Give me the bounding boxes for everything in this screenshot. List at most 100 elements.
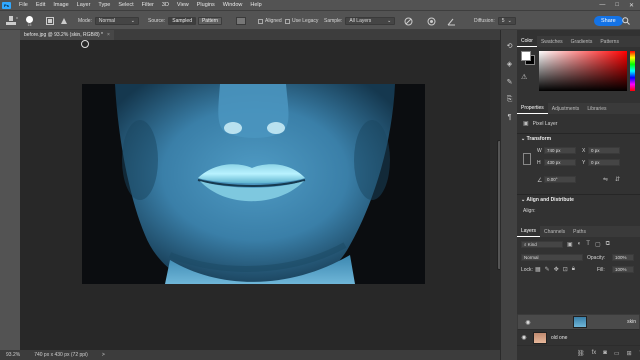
layer-style-icon[interactable]: fx bbox=[592, 350, 597, 357]
new-layer-icon[interactable]: ⊞ bbox=[627, 350, 632, 357]
document-tab[interactable]: before.jpg @ 93.2% (skin, RGB/8) * × bbox=[20, 30, 114, 40]
close-tab-icon[interactable]: × bbox=[107, 32, 110, 38]
maximize-button[interactable]: □ bbox=[615, 2, 619, 9]
menu-select[interactable]: Select bbox=[114, 2, 137, 8]
menu-window[interactable]: Window bbox=[219, 2, 247, 8]
menu-help[interactable]: Help bbox=[246, 2, 265, 8]
clone-source-icon[interactable] bbox=[60, 15, 68, 27]
opacity-field[interactable]: 100% bbox=[612, 254, 634, 261]
source-sampled-button[interactable]: Sampled bbox=[168, 17, 196, 25]
transform-header[interactable]: ⌄ Transform bbox=[521, 136, 551, 142]
tab-adjustments[interactable]: Adjustments bbox=[548, 103, 584, 114]
layer-row[interactable]: ◉ old one bbox=[517, 330, 640, 346]
flip-horizontal-icon[interactable]: ⇋ bbox=[603, 176, 608, 183]
height-field[interactable]: 430 px bbox=[544, 159, 576, 166]
ignore-adjustment-layers-icon[interactable] bbox=[404, 15, 413, 27]
aligned-checkbox[interactable]: Aligned bbox=[258, 15, 285, 27]
color-field[interactable] bbox=[539, 51, 627, 91]
lock-transparent-icon[interactable]: ▦ bbox=[535, 266, 541, 273]
document-dimensions: 740 px x 430 px (72 ppi) bbox=[34, 352, 88, 358]
hue-slider[interactable] bbox=[630, 51, 635, 91]
lock-all-icon[interactable]: 🔒︎ bbox=[572, 266, 575, 273]
tab-properties[interactable]: Properties bbox=[517, 103, 548, 114]
menu-3d[interactable]: 3D bbox=[158, 2, 173, 8]
align-distribute-header[interactable]: ⌄ Align and Distribute bbox=[521, 197, 574, 203]
brush-settings-icon[interactable] bbox=[46, 15, 54, 27]
width-field[interactable]: 740 px bbox=[544, 147, 576, 154]
mode-dropdown[interactable]: Normal ⌄ bbox=[94, 17, 139, 25]
sample-dropdown[interactable]: All Layers ⌄ bbox=[345, 17, 396, 25]
y-field[interactable]: 0 px bbox=[588, 159, 620, 166]
canvas-area[interactable] bbox=[20, 40, 490, 350]
pattern-picker[interactable] bbox=[236, 15, 246, 27]
link-dimensions-icon[interactable] bbox=[523, 153, 531, 165]
zoom-level[interactable]: 93.2% bbox=[6, 352, 20, 358]
status-bar: 93.2% 740 px x 430 px (72 ppi) > bbox=[0, 350, 500, 360]
layer-kind-filter[interactable]: ⌕ Kind bbox=[521, 241, 563, 248]
filter-type-icon[interactable]: T bbox=[586, 241, 590, 248]
tab-libraries[interactable]: Libraries bbox=[583, 103, 610, 114]
use-legacy-checkbox[interactable]: Use Legacy bbox=[285, 15, 321, 27]
visibility-eye-icon[interactable]: ◉ bbox=[524, 319, 532, 326]
brush-size: 15 bbox=[27, 22, 32, 27]
layer-name[interactable]: old one bbox=[551, 335, 567, 341]
pressure-size-icon[interactable] bbox=[427, 15, 436, 27]
filter-adjustment-icon[interactable]: ◐ bbox=[578, 241, 582, 248]
menu-plugins[interactable]: Plugins bbox=[193, 2, 219, 8]
angle-icon[interactable] bbox=[447, 15, 456, 27]
info-icon[interactable]: ◈ bbox=[504, 60, 515, 70]
lock-artboard-icon[interactable]: ⊡ bbox=[563, 266, 568, 273]
layer-name[interactable]: skin bbox=[627, 319, 636, 325]
paragraph-icon[interactable]: ¶ bbox=[504, 114, 515, 124]
status-menu-arrow[interactable]: > bbox=[102, 352, 105, 358]
angle-field[interactable]: 0.00° bbox=[544, 176, 576, 183]
blend-mode-dropdown[interactable]: Normal bbox=[521, 254, 583, 261]
brush-preset-picker[interactable]: 15 bbox=[26, 15, 33, 27]
menu-file[interactable]: File bbox=[15, 2, 32, 8]
share-button[interactable]: Share bbox=[594, 15, 623, 27]
foreground-color-swatch[interactable] bbox=[521, 51, 531, 61]
filter-shape-icon[interactable]: ▢ bbox=[595, 241, 601, 248]
width-label: W bbox=[537, 148, 542, 154]
fill-field[interactable]: 100% bbox=[612, 266, 634, 273]
menu-filter[interactable]: Filter bbox=[138, 2, 158, 8]
brush-panel-icon[interactable]: ✎ bbox=[504, 78, 515, 88]
tab-color[interactable]: Color bbox=[517, 36, 537, 47]
x-field[interactable]: 0 px bbox=[588, 147, 620, 154]
menu-edit[interactable]: Edit bbox=[32, 2, 49, 8]
color-panel-tabs: Color Swatches Gradients Patterns bbox=[517, 36, 640, 47]
tab-layers[interactable]: Layers bbox=[517, 226, 541, 237]
document-image[interactable] bbox=[20, 40, 490, 350]
filter-smart-object-icon[interactable]: ⧉ bbox=[606, 241, 610, 248]
clone-source-panel-icon[interactable]: ⎘ bbox=[504, 96, 515, 106]
clone-stamp-tool-icon[interactable] bbox=[4, 15, 18, 27]
filter-pixel-icon[interactable]: ▣ bbox=[567, 241, 573, 248]
diffusion-field[interactable]: 5 ⌄ bbox=[497, 17, 516, 25]
visibility-eye-icon[interactable]: ◉ bbox=[520, 334, 528, 341]
source-pattern-button[interactable]: Pattern bbox=[197, 17, 223, 25]
lock-position-icon[interactable]: ✥ bbox=[554, 266, 559, 273]
menu-type[interactable]: Type bbox=[94, 2, 114, 8]
menu-view[interactable]: View bbox=[173, 2, 193, 8]
flip-vertical-icon[interactable]: ⇵ bbox=[615, 176, 620, 183]
tab-gradients[interactable]: Gradients bbox=[567, 36, 597, 47]
close-window-button[interactable]: ✕ bbox=[629, 2, 634, 9]
right-panels: Color Swatches Gradients Patterns ⚠ Prop… bbox=[517, 30, 640, 360]
history-icon[interactable]: ⟲ bbox=[504, 42, 515, 52]
minimize-button[interactable]: — bbox=[599, 2, 605, 9]
menu-layer[interactable]: Layer bbox=[73, 2, 95, 8]
new-group-icon[interactable]: ▭ bbox=[614, 350, 620, 357]
menu-image[interactable]: Image bbox=[49, 2, 72, 8]
tab-patterns[interactable]: Patterns bbox=[596, 36, 623, 47]
add-mask-icon[interactable]: ◙ bbox=[603, 350, 607, 357]
link-layers-icon[interactable]: ⛓︎ bbox=[577, 350, 585, 357]
lock-image-icon[interactable]: ✎ bbox=[545, 266, 550, 273]
tab-swatches[interactable]: Swatches bbox=[537, 36, 567, 47]
tab-channels[interactable]: Channels bbox=[540, 226, 569, 237]
height-value: 430 px bbox=[547, 160, 561, 165]
tab-paths[interactable]: Paths bbox=[569, 226, 590, 237]
vertical-scrollbar[interactable] bbox=[490, 40, 502, 350]
layer-row[interactable]: ◉ skin bbox=[517, 314, 640, 330]
search-icon[interactable] bbox=[622, 15, 630, 27]
fill-value: 100% bbox=[615, 267, 627, 272]
